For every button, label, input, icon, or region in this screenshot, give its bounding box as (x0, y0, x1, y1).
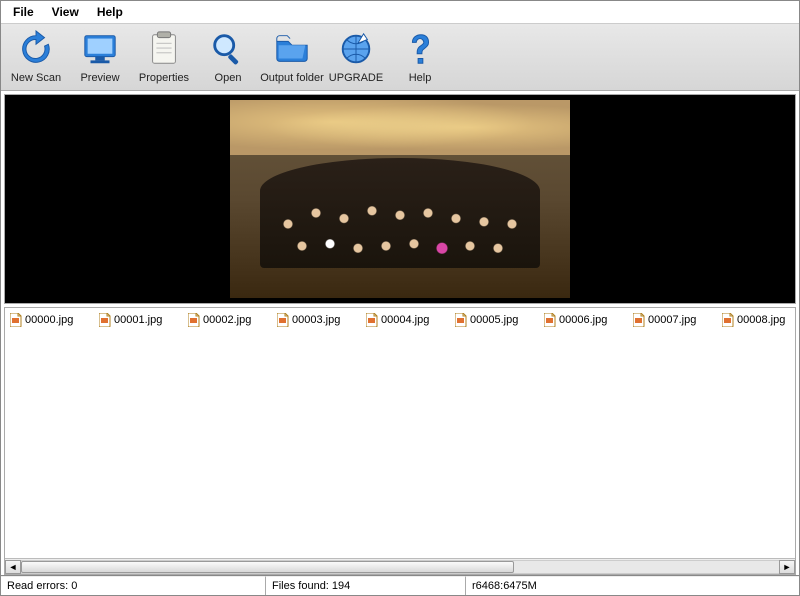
menu-help[interactable]: Help (93, 4, 127, 20)
file-name: 00003.jpg (292, 314, 340, 326)
help-button[interactable]: Help (391, 30, 449, 84)
preview-pane (4, 94, 796, 304)
file-item[interactable]: 00003.jpg (275, 311, 364, 328)
file-item[interactable]: 00007.jpg (631, 311, 720, 328)
toolbar-label: New Scan (11, 72, 61, 84)
image-file-icon (455, 313, 467, 327)
file-list-container: 00000.jpg 00001.jpg 00002.jpg 00003.jpg 0000… (4, 307, 796, 575)
image-file-icon (633, 313, 645, 327)
toolbar: New Scan Preview Properties Open Output fold… (1, 24, 799, 91)
image-file-icon (99, 313, 111, 327)
file-name: 00006.jpg (559, 314, 607, 326)
scroll-thumb[interactable] (21, 561, 514, 573)
file-item[interactable]: 00005.jpg (453, 311, 542, 328)
new-scan-button[interactable]: New Scan (7, 30, 65, 84)
globe-icon (337, 30, 375, 68)
image-file-icon (366, 313, 378, 327)
preview-button[interactable]: Preview (71, 30, 129, 84)
refresh-icon (17, 30, 55, 68)
file-name: 00000.jpg (25, 314, 73, 326)
folder-icon (273, 30, 311, 68)
menubar: File View Help (1, 1, 799, 24)
clipboard-icon (145, 30, 183, 68)
file-item[interactable]: 00006.jpg (542, 311, 631, 328)
file-name: 00004.jpg (381, 314, 429, 326)
horizontal-scrollbar[interactable]: ◄ ► (5, 558, 795, 574)
menu-file[interactable]: File (9, 4, 38, 20)
file-item[interactable]: 00004.jpg (364, 311, 453, 328)
status-bar: Read errors: 0 Files found: 194 r6468:64… (1, 575, 799, 595)
toolbar-label: Preview (80, 72, 119, 84)
file-name: 00007.jpg (648, 314, 696, 326)
status-read-errors: Read errors: 0 (1, 576, 266, 595)
file-item[interactable]: 00008.jpg (720, 311, 795, 328)
question-icon (401, 30, 439, 68)
toolbar-label: Output folder (260, 72, 324, 84)
file-name: 00001.jpg (114, 314, 162, 326)
scroll-track[interactable] (21, 560, 779, 574)
file-name: 00008.jpg (737, 314, 785, 326)
monitor-icon (81, 30, 119, 68)
upgrade-button[interactable]: UPGRADE (327, 30, 385, 84)
status-files-found: Files found: 194 (266, 576, 466, 595)
status-range: r6468:6475M (466, 576, 799, 595)
file-item[interactable]: 00002.jpg (186, 311, 275, 328)
menu-view[interactable]: View (48, 4, 83, 20)
image-file-icon (10, 313, 22, 327)
file-list: 00000.jpg 00001.jpg 00002.jpg 00003.jpg 0000… (5, 308, 795, 558)
output-folder-button[interactable]: Output folder (263, 30, 321, 84)
scroll-left-button[interactable]: ◄ (5, 560, 21, 574)
preview-image (230, 100, 570, 298)
image-file-icon (277, 313, 289, 327)
image-file-icon (722, 313, 734, 327)
file-item[interactable]: 00000.jpg (8, 311, 97, 328)
file-name: 00005.jpg (470, 314, 518, 326)
toolbar-label: Open (215, 72, 242, 84)
properties-button[interactable]: Properties (135, 30, 193, 84)
scroll-right-button[interactable]: ► (779, 560, 795, 574)
toolbar-label: Properties (139, 72, 189, 84)
open-button[interactable]: Open (199, 30, 257, 84)
file-name: 00002.jpg (203, 314, 251, 326)
toolbar-label: Help (409, 72, 432, 84)
image-file-icon (188, 313, 200, 327)
magnifier-icon (209, 30, 247, 68)
image-file-icon (544, 313, 556, 327)
toolbar-label: UPGRADE (329, 72, 383, 84)
file-item[interactable]: 00001.jpg (97, 311, 186, 328)
